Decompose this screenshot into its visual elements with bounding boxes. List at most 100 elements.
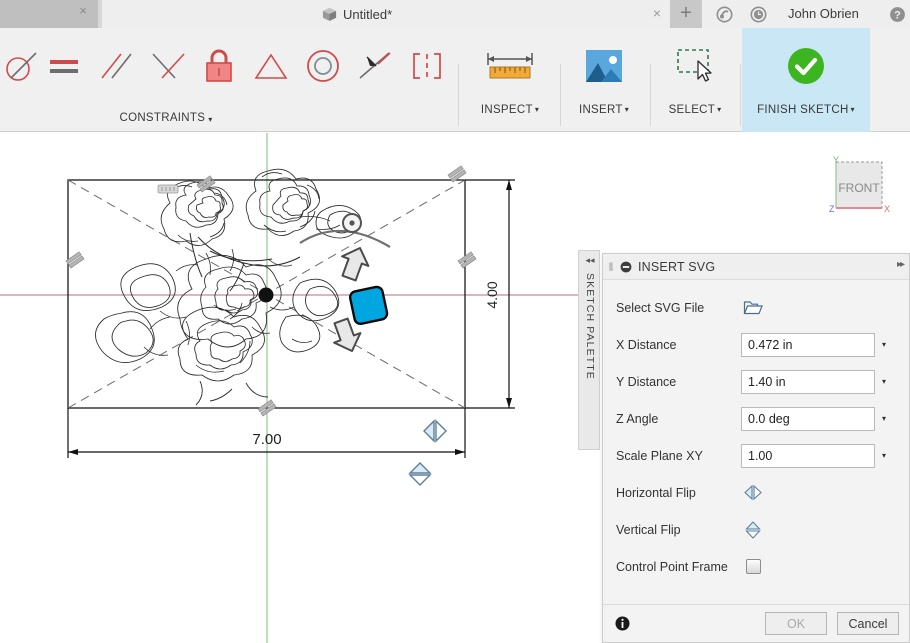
canvas-horizontal-flip-icon [423,419,447,443]
select-command[interactable]: SELECT ▾ [652,28,738,132]
ribbon-divider-1 [458,64,459,126]
clock-icon[interactable] [744,0,772,28]
width-dimension-text: 7.00 [252,431,281,448]
view-cube-face-label: FRONT [838,181,880,195]
ribbon-toolbar: CONSTRAINTS ▾ INSPECT ▾ INSERT ▾ SELECT … [0,28,910,132]
insert-caret-icon: ▾ [624,105,630,114]
user-name-label[interactable]: John Obrien [788,0,859,28]
vertical-flip-icon[interactable] [741,519,765,541]
scale-arrow-up [341,247,370,282]
x-distance-input[interactable]: 0.472 in [741,332,875,357]
cube-icon [322,7,337,22]
measure-icon [484,28,536,104]
row-x-distance[interactable]: X Distance 0.472 in ▾ [603,326,910,363]
row-select-svg-file[interactable]: Select SVG File [603,289,910,326]
insert-svg-dialog-header[interactable]: ‖ INSERT SVG ▸▸ [603,254,909,280]
document-title-label: Untitled* [343,6,393,22]
y-distance-dropdown-icon[interactable]: ▾ [875,370,893,394]
sketch-palette-collapse-icon[interactable]: ◂◂ [579,255,601,266]
insert-svg-dialog-body: Select SVG File X Distance 0.472 in ▾ Y … [603,280,909,605]
axis-x-label: X [884,204,890,214]
constraints-group-label[interactable]: CONSTRAINTS ▾ [106,28,226,132]
z-angle-label: Z Angle [616,411,659,426]
view-cube[interactable]: FRONT Y X Z [824,152,894,222]
ribbon-divider-4 [740,64,741,126]
horizontal-flip-icon[interactable] [741,482,765,504]
axis-y-label: Y [833,155,839,165]
row-horizontal-flip[interactable]: Horizontal Flip [603,474,910,511]
finish-sketch-label-text: FINISH SKETCH [757,104,849,116]
z-angle-input[interactable]: 0.0 deg [741,406,875,431]
collapse-circle-icon[interactable] [618,259,634,275]
control-point-frame-checkbox[interactable] [745,559,761,574]
finish-sketch-command[interactable]: FINISH SKETCH ▾ [742,28,870,132]
row-vertical-flip[interactable]: Vertical Flip [603,511,910,548]
horizontal-flip-label: Horizontal Flip [616,485,696,500]
height-dimension-text: 4.00 [484,281,500,308]
y-distance-label: Y Distance [616,374,677,389]
insert-label-text: INSERT [578,104,623,116]
concentric-constraint-icon[interactable] [300,28,346,132]
ribbon-divider-2 [560,64,561,126]
select-label: SELECT ▾ [669,104,722,116]
open-folder-icon[interactable] [741,297,765,319]
info-icon[interactable] [615,616,630,631]
help-icon[interactable]: ? [886,0,908,28]
job-status-icon[interactable] [710,0,738,28]
canvas-vertical-flip-icon [408,462,432,486]
document-tab[interactable]: × [0,0,98,28]
inspect-label: INSPECT ▾ [481,104,539,116]
sketch-palette-label: SKETCH PALETTE [584,273,596,380]
document-title: Untitled* [322,2,392,26]
finish-sketch-check-icon [785,28,827,104]
curvature-constraint-icon[interactable] [404,28,450,132]
z-angle-dropdown-icon[interactable]: ▾ [875,407,893,431]
insert-svg-dialog[interactable]: ‖ INSERT SVG ▸▸ Select SVG File X Distan… [602,253,910,643]
tangent-constraint-icon[interactable] [0,28,46,132]
inspect-command[interactable]: INSPECT ▾ [466,28,554,132]
svg-text:?: ? [894,9,901,21]
select-label-text: SELECT [668,104,716,116]
select-svg-file-label: Select SVG File [616,300,705,315]
close-tab-icon[interactable]: × [650,2,664,24]
insert-command[interactable]: INSERT ▾ [562,28,646,132]
insert-label: INSERT ▾ [579,104,629,116]
x-distance-dropdown-icon[interactable]: ▾ [875,333,893,357]
cancel-button[interactable]: Cancel [837,612,899,635]
svg-manipulator-gizmo [258,213,447,486]
x-distance-label: X Distance [616,337,677,352]
axis-z-label: Z [829,204,835,214]
scale-plane-xy-dropdown-icon[interactable]: ▾ [875,444,893,468]
ok-button[interactable]: OK [765,612,827,635]
row-z-angle[interactable]: Z Angle 0.0 deg ▾ [603,400,910,437]
new-tab-plus-icon: + [680,2,692,24]
constraints-caret-icon: ▾ [208,115,213,124]
equal-constraint-icon[interactable] [46,28,82,132]
document-tab-close-icon[interactable]: × [76,4,90,18]
row-y-distance[interactable]: Y Distance 1.40 in ▾ [603,363,910,400]
sketch-palette-tab[interactable]: ◂◂ SKETCH PALETTE [578,250,600,450]
select-caret-icon: ▾ [717,105,722,114]
insert-svg-dialog-title: INSERT SVG [638,259,716,274]
row-scale-plane-xy[interactable]: Scale Plane XY 1.00 ▾ [603,437,910,474]
top-tab-strip: × Untitled* × + John Obrien ? [0,0,910,28]
insert-image-icon [583,28,625,104]
y-distance-input[interactable]: 1.40 in [741,369,875,394]
dialog-expand-icon[interactable]: ▸▸ [897,259,905,270]
new-tab-button[interactable]: + [670,0,702,28]
insert-svg-dialog-footer: OK Cancel [603,604,909,642]
symmetry-constraint-icon[interactable] [248,28,294,132]
control-point-frame-checkbox-wrap[interactable] [741,556,765,578]
midpoint-constraint-icon[interactable] [352,28,398,132]
scale-plane-xy-input[interactable]: 1.00 [741,443,875,468]
move-handle [348,285,389,326]
constraints-label-text: CONSTRAINTS [119,112,206,124]
select-window-icon [671,28,719,104]
tab-separator [98,0,102,28]
row-control-point-frame[interactable]: Control Point Frame [603,548,910,585]
ribbon-divider-3 [650,64,651,126]
inspect-caret-icon: ▾ [534,105,540,114]
sketch-origin-point [258,287,274,303]
fusion360-window: × Untitled* × + John Obrien ? CONSTRAINT… [0,0,910,643]
dialog-grip-icon[interactable]: ‖ [606,260,616,274]
